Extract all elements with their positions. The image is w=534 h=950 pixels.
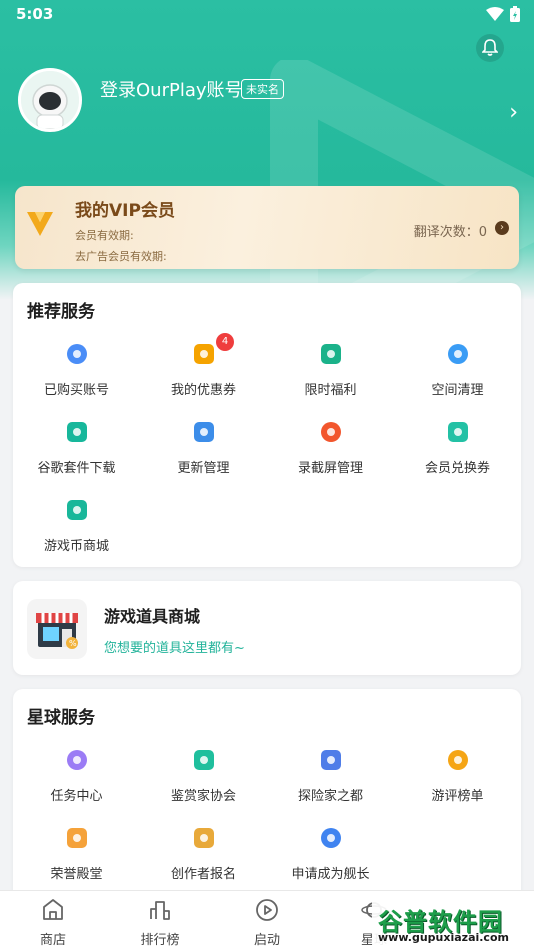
- captain-apply-icon: [318, 825, 344, 851]
- nav-tab[interactable]: 启动: [227, 897, 307, 948]
- service-item-label: 会员兑换券: [424, 461, 490, 476]
- ad-free-validity-label: 去广告会员有效期:: [75, 250, 167, 263]
- service-item-label: 鉴赏家协会: [170, 789, 236, 804]
- item-shop-card[interactable]: % 游戏道具商城 您想要的道具这里都有~: [13, 581, 521, 675]
- service-item[interactable]: 4 我的优惠券: [140, 333, 267, 419]
- service-item-label: 游评榜单: [431, 789, 484, 804]
- translate-count[interactable]: 翻译次数：0: [414, 221, 487, 240]
- notification-count-badge: 4: [216, 333, 234, 351]
- watermark-url: www.gupuxiazai.com: [378, 931, 509, 944]
- store-icon: [13, 897, 93, 927]
- profile-chevron-right-icon[interactable]: ›: [509, 100, 518, 125]
- recommended-services-title: 推荐服务: [27, 302, 95, 322]
- nav-tab[interactable]: 商店: [13, 897, 93, 948]
- svg-text:%: %: [69, 639, 77, 648]
- creator-signup-icon: [191, 825, 217, 851]
- limited-benefit-icon: [318, 341, 344, 367]
- service-item-label: 我的优惠券: [170, 383, 236, 398]
- task-center-icon: [64, 747, 90, 773]
- service-item-label: 创作者报名: [170, 867, 236, 882]
- member-validity-label: 会员有效期:: [75, 229, 134, 242]
- service-item[interactable]: 会员兑换券: [394, 419, 521, 497]
- chevron-right-icon[interactable]: ›: [495, 221, 509, 235]
- service-item-label: 已购买账号: [43, 383, 109, 398]
- status-time: 5:03: [16, 5, 54, 23]
- service-item[interactable]: 录截屏管理: [267, 419, 394, 497]
- update-manage-icon: [191, 419, 217, 445]
- recommended-services-card: 推荐服务 已购买账号 4 我的优惠券 限时福利 空间清理谷歌套件下载 更新管理 录截屏管理 会…: [13, 283, 521, 567]
- avatar[interactable]: [18, 68, 82, 132]
- service-item-label: 探险家之都: [297, 789, 363, 804]
- nav-tab-label: 商店: [39, 933, 66, 948]
- astronaut-avatar-icon: [21, 71, 79, 129]
- service-item-label: 谷歌套件下载: [37, 461, 116, 476]
- nav-tab-label: 启动: [253, 933, 280, 948]
- site-watermark: 谷普软件园 www.gupuxiazai.com: [372, 898, 534, 950]
- real-name-status-badge: 未实名: [241, 79, 284, 99]
- vip-title: 我的VIP会员: [75, 201, 175, 221]
- service-item-label: 荣誉殿堂: [50, 867, 103, 882]
- screen-record-icon: [318, 419, 344, 445]
- service-item[interactable]: 任务中心: [13, 747, 140, 825]
- service-item-label: 录截屏管理: [297, 461, 363, 476]
- service-item[interactable]: 已购买账号: [13, 341, 140, 419]
- connoisseur-icon: [191, 747, 217, 773]
- service-item-label: 任务中心: [50, 789, 103, 804]
- service-item-label: 限时福利: [304, 383, 357, 398]
- member-voucher-icon: [445, 419, 471, 445]
- service-item[interactable]: 游戏币商城: [13, 497, 140, 575]
- ranking-icon: [120, 897, 200, 927]
- service-item-label: 申请成为舰长: [291, 867, 370, 882]
- purchased-account-icon: [64, 341, 90, 367]
- vip-crown-icon: [27, 212, 53, 236]
- coupon-icon: [191, 341, 217, 367]
- nav-tab-label: 排行榜: [140, 933, 180, 948]
- service-item[interactable]: 限时福利: [267, 341, 394, 419]
- planet-services-title: 星球服务: [27, 708, 95, 728]
- shop-subtitle: 您想要的道具这里都有~: [104, 641, 245, 656]
- planet-services-card: 星球服务 任务中心 鉴赏家协会 探险家之都 游评榜单荣誉殿堂 创作者报名 申请成为舰长: [13, 689, 521, 909]
- service-item[interactable]: 更新管理: [140, 419, 267, 497]
- nav-tab[interactable]: 排行榜: [120, 897, 200, 948]
- status-bar: 5:03: [0, 0, 534, 28]
- service-item[interactable]: 游评榜单: [394, 747, 521, 825]
- service-item-label: 更新管理: [177, 461, 230, 476]
- login-account-text[interactable]: 登录OurPlay账号: [100, 76, 243, 102]
- service-item[interactable]: 谷歌套件下载: [13, 419, 140, 497]
- wifi-icon: [486, 7, 504, 21]
- review-rank-icon: [445, 747, 471, 773]
- shop-storefront-icon: %: [27, 599, 87, 659]
- service-item[interactable]: 鉴赏家协会: [140, 747, 267, 825]
- vip-membership-card[interactable]: 我的VIP会员 会员有效期: 去广告会员有效期: 翻译次数：0 ›: [15, 186, 519, 269]
- notification-bell-button[interactable]: [476, 34, 504, 62]
- service-item[interactable]: 空间清理: [394, 341, 521, 419]
- service-item[interactable]: 探险家之都: [267, 747, 394, 825]
- service-item-label: 空间清理: [431, 383, 484, 398]
- battery-icon: [510, 6, 520, 22]
- bell-icon: [482, 39, 498, 56]
- shop-title: 游戏道具商城: [104, 607, 201, 626]
- explorer-castle-icon: [318, 747, 344, 773]
- google-suite-download-icon: [64, 419, 90, 445]
- game-coin-mall-icon: [64, 497, 90, 523]
- service-item-label: 游戏币商城: [43, 539, 109, 554]
- launch-play-icon: [227, 897, 307, 927]
- space-clean-icon: [445, 341, 471, 367]
- honor-hall-icon: [64, 825, 90, 851]
